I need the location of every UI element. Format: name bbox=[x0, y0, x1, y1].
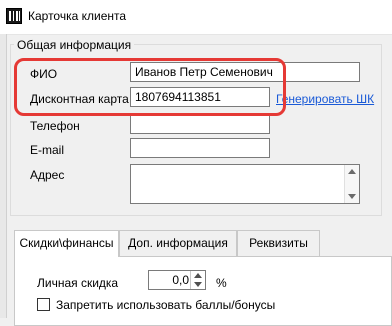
window-title: Карточка клиента bbox=[28, 9, 127, 23]
email-field[interactable] bbox=[130, 138, 270, 158]
stepper-down-arrow-icon[interactable] bbox=[194, 282, 202, 287]
generate-barcode-link[interactable]: Генерировать ШК bbox=[276, 92, 374, 106]
tab-additional-info[interactable]: Доп. информация bbox=[119, 230, 237, 256]
stepper-buttons[interactable] bbox=[190, 271, 205, 289]
personal-discount-value[interactable]: 0,0 bbox=[172, 273, 189, 287]
tab-requisites[interactable]: Реквизиты bbox=[237, 230, 320, 256]
fio-label: ФИО bbox=[30, 67, 58, 81]
discount-card-label: Дисконтная карта bbox=[30, 92, 129, 106]
percent-unit-label: % bbox=[216, 276, 227, 290]
title-bar: Карточка клиента bbox=[0, 0, 392, 35]
tab-discounts-finance[interactable]: Скидки\финансы bbox=[14, 230, 119, 257]
discount-card-field[interactable]: 1807694113851 bbox=[130, 87, 270, 107]
scroll-down-arrow-icon[interactable] bbox=[348, 194, 356, 199]
tab-panel bbox=[14, 256, 392, 326]
address-label: Адрес bbox=[30, 168, 65, 182]
email-label: E-mail bbox=[30, 143, 65, 157]
stepper-up-arrow-icon[interactable] bbox=[194, 273, 202, 278]
scroll-up-arrow-icon[interactable] bbox=[348, 169, 356, 174]
phone-label: Телефон bbox=[30, 119, 80, 133]
phone-field[interactable] bbox=[130, 114, 270, 134]
barcode-app-icon bbox=[6, 8, 22, 24]
forbid-bonus-checkbox[interactable] bbox=[37, 298, 50, 311]
fio-field[interactable]: Иванов Петр Семенович bbox=[130, 62, 360, 82]
forbid-bonus-label: Запретить использовать баллы/бонусы bbox=[56, 298, 276, 312]
personal-discount-label: Личная скидка bbox=[37, 276, 119, 290]
address-scrollbar[interactable] bbox=[344, 165, 359, 203]
address-field[interactable] bbox=[130, 164, 360, 204]
personal-discount-stepper[interactable]: 0,0 bbox=[148, 270, 206, 290]
window-left-edge bbox=[0, 34, 7, 318]
general-info-title: Общая информация bbox=[14, 38, 135, 52]
